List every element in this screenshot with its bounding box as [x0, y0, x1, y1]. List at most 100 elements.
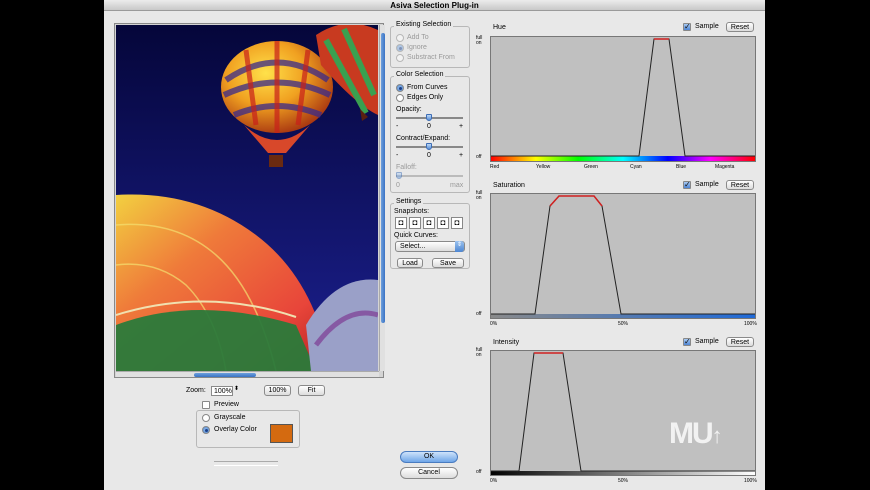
intensity-reset-button[interactable]: Reset: [726, 337, 754, 347]
substract-from-label: Substract From: [407, 54, 455, 61]
zoom-field[interactable]: 100%: [211, 386, 233, 396]
preview-label: Preview: [214, 401, 239, 408]
saturation-graph-title: Saturation: [493, 182, 525, 189]
saturation-curve-graph[interactable]: [490, 193, 756, 319]
snapshot-1-icon[interactable]: ◘: [395, 217, 407, 229]
contract-minus: -: [396, 152, 399, 159]
falloff-slider-track[interactable]: [396, 175, 463, 177]
plugin-window: Asiva Selection Plug-in Zoom: 100% ⬍ 100…: [104, 0, 765, 490]
hue-graph-title: Hue: [493, 24, 506, 31]
hue-curve-graph[interactable]: [490, 36, 756, 162]
saturation-tick-0: 0%: [490, 321, 498, 327]
saturation-curve[interactable]: [491, 194, 755, 318]
substract-from-radio[interactable]: [396, 54, 404, 62]
intensity-tick-row: 0% 50% 100%: [490, 478, 757, 484]
zoom-stepper-icon[interactable]: ⬍: [234, 385, 239, 392]
hue-tick-magenta: Magenta: [715, 164, 735, 170]
snapshot-5-icon[interactable]: ◘: [451, 217, 463, 229]
falloff-max: max: [450, 182, 464, 189]
up-arrow-icon: ↑: [711, 423, 723, 448]
dropdown-arrows-icon: ⇕: [455, 241, 464, 252]
intensity-y-off-label: off: [476, 469, 482, 475]
ignore-label: Ignore: [407, 44, 427, 51]
intensity-curve-graph[interactable]: MU↑: [490, 350, 756, 476]
saturation-y-full-label: full on: [476, 190, 483, 201]
snapshot-2-icon[interactable]: ◘: [409, 217, 421, 229]
image-preview-pane[interactable]: [114, 23, 385, 378]
load-button[interactable]: Load: [397, 258, 423, 268]
balloon-photo[interactable]: [116, 25, 378, 371]
add-to-radio[interactable]: [396, 34, 404, 42]
intensity-tick-50: 50%: [618, 478, 629, 484]
from-curves-radio[interactable]: [396, 84, 404, 92]
save-button[interactable]: Save: [432, 258, 464, 268]
existing-selection-title: Existing Selection: [394, 21, 454, 28]
hue-y-full-label: full on: [476, 35, 483, 46]
hue-tick-green: Green: [584, 164, 598, 170]
resize-grip[interactable]: [214, 461, 278, 466]
hue-tick-red: Red: [490, 164, 500, 170]
hue-tick-blue: Blue: [676, 164, 687, 170]
zoom-label: Zoom:: [186, 387, 206, 394]
overlay-color-swatch[interactable]: [270, 424, 293, 443]
saturation-tick-50: 50%: [618, 321, 629, 327]
contract-expand-label: Contract/Expand:: [396, 135, 451, 142]
from-curves-label: From Curves: [407, 84, 448, 91]
hue-y-off-label: off: [476, 154, 482, 160]
hue-reset-button[interactable]: Reset: [726, 22, 754, 32]
preview-vertical-scrollbar[interactable]: [379, 25, 385, 371]
hue-tick-yellow: Yellow: [536, 164, 551, 170]
cancel-button[interactable]: Cancel: [400, 467, 458, 479]
quick-curves-select[interactable]: Select... ⇕: [395, 241, 465, 252]
edges-only-radio[interactable]: [396, 94, 404, 102]
add-to-label: Add To: [407, 34, 429, 41]
saturation-y-off-label: off: [476, 311, 482, 317]
hue-sample-checkbox[interactable]: [683, 22, 691, 31]
preview-horizontal-scroll-thumb[interactable]: [194, 373, 256, 377]
ignore-radio[interactable]: [396, 44, 404, 52]
ok-button[interactable]: OK: [400, 451, 458, 463]
contract-plus: +: [459, 152, 464, 159]
watermark-logo: MU↑: [669, 417, 723, 451]
hue-tick-cyan: Cyan: [630, 164, 642, 170]
window-title: Asiva Selection Plug-in: [104, 0, 765, 11]
preview-horizontal-scrollbar[interactable]: [116, 371, 379, 377]
falloff-label: Falloff:: [396, 164, 417, 171]
grayscale-radio[interactable]: [202, 414, 210, 422]
snapshots-label: Snapshots:: [394, 208, 430, 215]
intensity-sample-checkbox[interactable]: [683, 337, 691, 346]
opacity-label: Opacity:: [396, 106, 422, 113]
saturation-reset-button[interactable]: Reset: [726, 180, 754, 190]
contract-expand-slider-knob[interactable]: [426, 143, 432, 150]
preview-checkbox[interactable]: [202, 401, 210, 409]
opacity-value: 0: [427, 123, 431, 130]
grayscale-label: Grayscale: [214, 414, 246, 421]
intensity-sample-label: Sample: [695, 338, 719, 345]
overlay-color-label: Overlay Color: [214, 426, 257, 433]
overlay-color-radio[interactable]: [202, 426, 210, 434]
zoom-fit-button[interactable]: Fit: [298, 385, 325, 396]
saturation-tick-100: 100%: [744, 321, 757, 327]
settings-title: Settings: [394, 198, 424, 205]
intensity-curve[interactable]: [491, 351, 755, 475]
quick-curves-value: Select...: [400, 243, 426, 250]
intensity-graph-title: Intensity: [493, 339, 520, 346]
intensity-tick-100: 100%: [744, 478, 757, 484]
color-selection-title: Color Selection: [394, 71, 446, 78]
intensity-tick-0: 0%: [490, 478, 498, 484]
zoom-100-button[interactable]: 100%: [264, 385, 291, 396]
opacity-plus: +: [459, 123, 464, 130]
snapshot-3-icon[interactable]: ◘: [423, 217, 435, 229]
falloff-slider-knob[interactable]: [396, 172, 402, 179]
falloff-min: 0: [396, 182, 400, 189]
hue-tick-row: Red Yellow Green Cyan Blue Magenta: [490, 164, 756, 170]
opacity-minus: -: [396, 123, 399, 130]
edges-only-label: Edges Only: [407, 94, 444, 101]
hue-curve[interactable]: [491, 37, 755, 161]
watermark-text: MU: [669, 417, 714, 450]
snapshot-4-icon[interactable]: ◘: [437, 217, 449, 229]
contract-value: 0: [427, 152, 431, 159]
opacity-slider-knob[interactable]: [426, 114, 432, 121]
saturation-sample-checkbox[interactable]: [683, 180, 691, 189]
preview-vertical-scroll-thumb[interactable]: [381, 33, 385, 323]
